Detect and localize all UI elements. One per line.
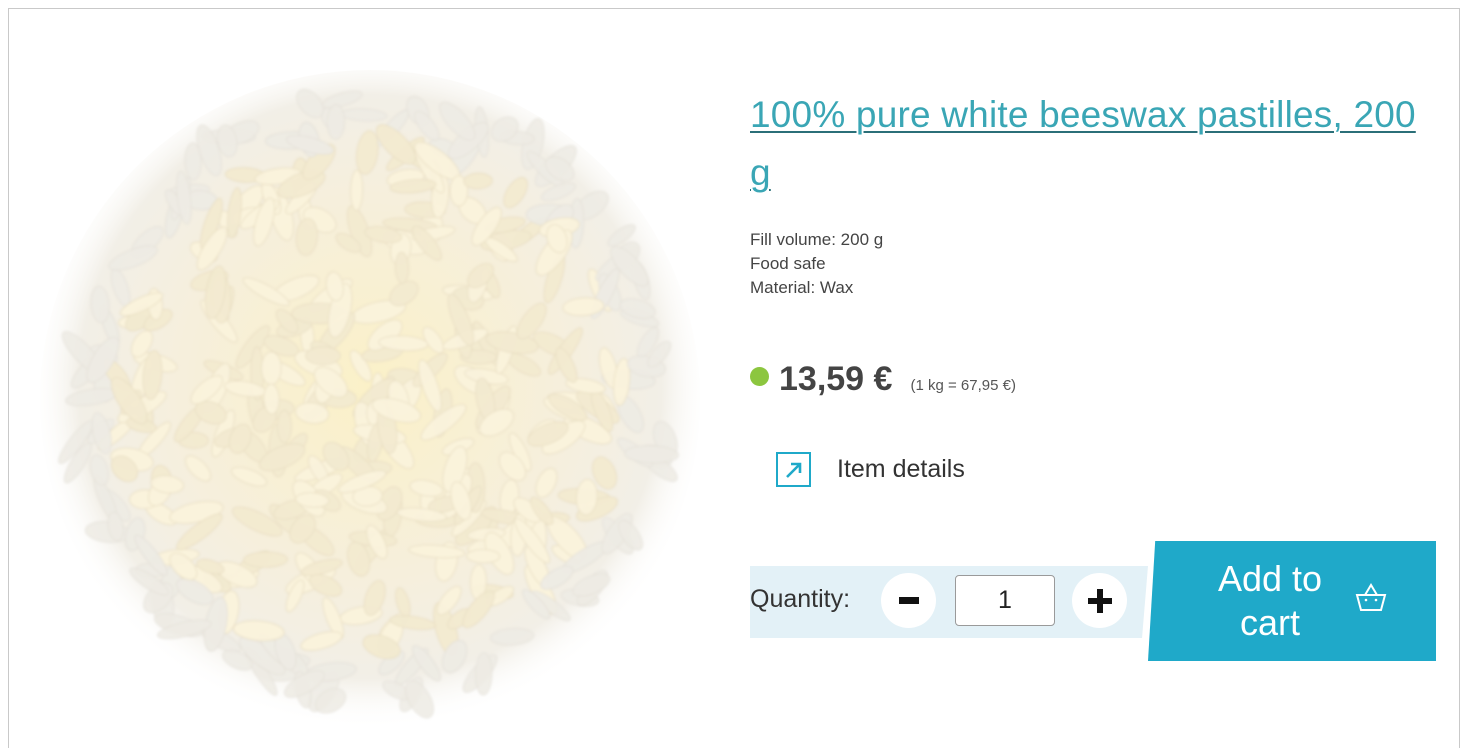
quantity-label: Quantity: <box>750 585 851 613</box>
price-row: 13,59 € (1 kg = 67,95 €) <box>750 360 1016 399</box>
product-title[interactable]: 100% pure white beeswax pastilles, 200 g <box>750 86 1440 202</box>
attribute-material: Material: Wax <box>750 278 854 297</box>
pastille <box>475 652 493 696</box>
item-details-link[interactable]: Item details <box>776 452 965 487</box>
pastille <box>260 351 282 386</box>
product-price: 13,59 € <box>779 360 893 398</box>
pastille <box>326 104 346 140</box>
pastille <box>276 409 292 444</box>
item-details-label: Item details <box>837 455 965 483</box>
minus-icon <box>898 596 919 604</box>
attribute-fill-volume: Fill volume: 200 g <box>750 230 884 249</box>
product-title-link[interactable]: 100% pure white beeswax pastilles, 200 g <box>750 94 1416 193</box>
attribute-food-safe: Food safe <box>750 254 826 273</box>
add-to-cart-label: Add to cart <box>1217 558 1323 643</box>
external-link-arrow-icon <box>776 452 811 487</box>
product-image[interactable] <box>30 20 720 730</box>
pastille <box>305 346 341 366</box>
add-to-cart-button[interactable]: Add to cart <box>1148 541 1436 661</box>
plus-icon <box>1087 588 1112 613</box>
quantity-input[interactable] <box>955 575 1055 626</box>
quantity-increase-button[interactable] <box>1072 573 1127 628</box>
shopping-basket-icon <box>1355 583 1387 611</box>
product-attributes: Fill volume: 200 g Food safe Material: W… <box>750 228 883 300</box>
stock-status-dot <box>750 367 769 386</box>
unit-price: (1 kg = 67,95 €) <box>910 377 1016 394</box>
quantity-decrease-button[interactable] <box>881 573 936 628</box>
pastille <box>466 549 501 564</box>
pastille <box>350 169 364 212</box>
